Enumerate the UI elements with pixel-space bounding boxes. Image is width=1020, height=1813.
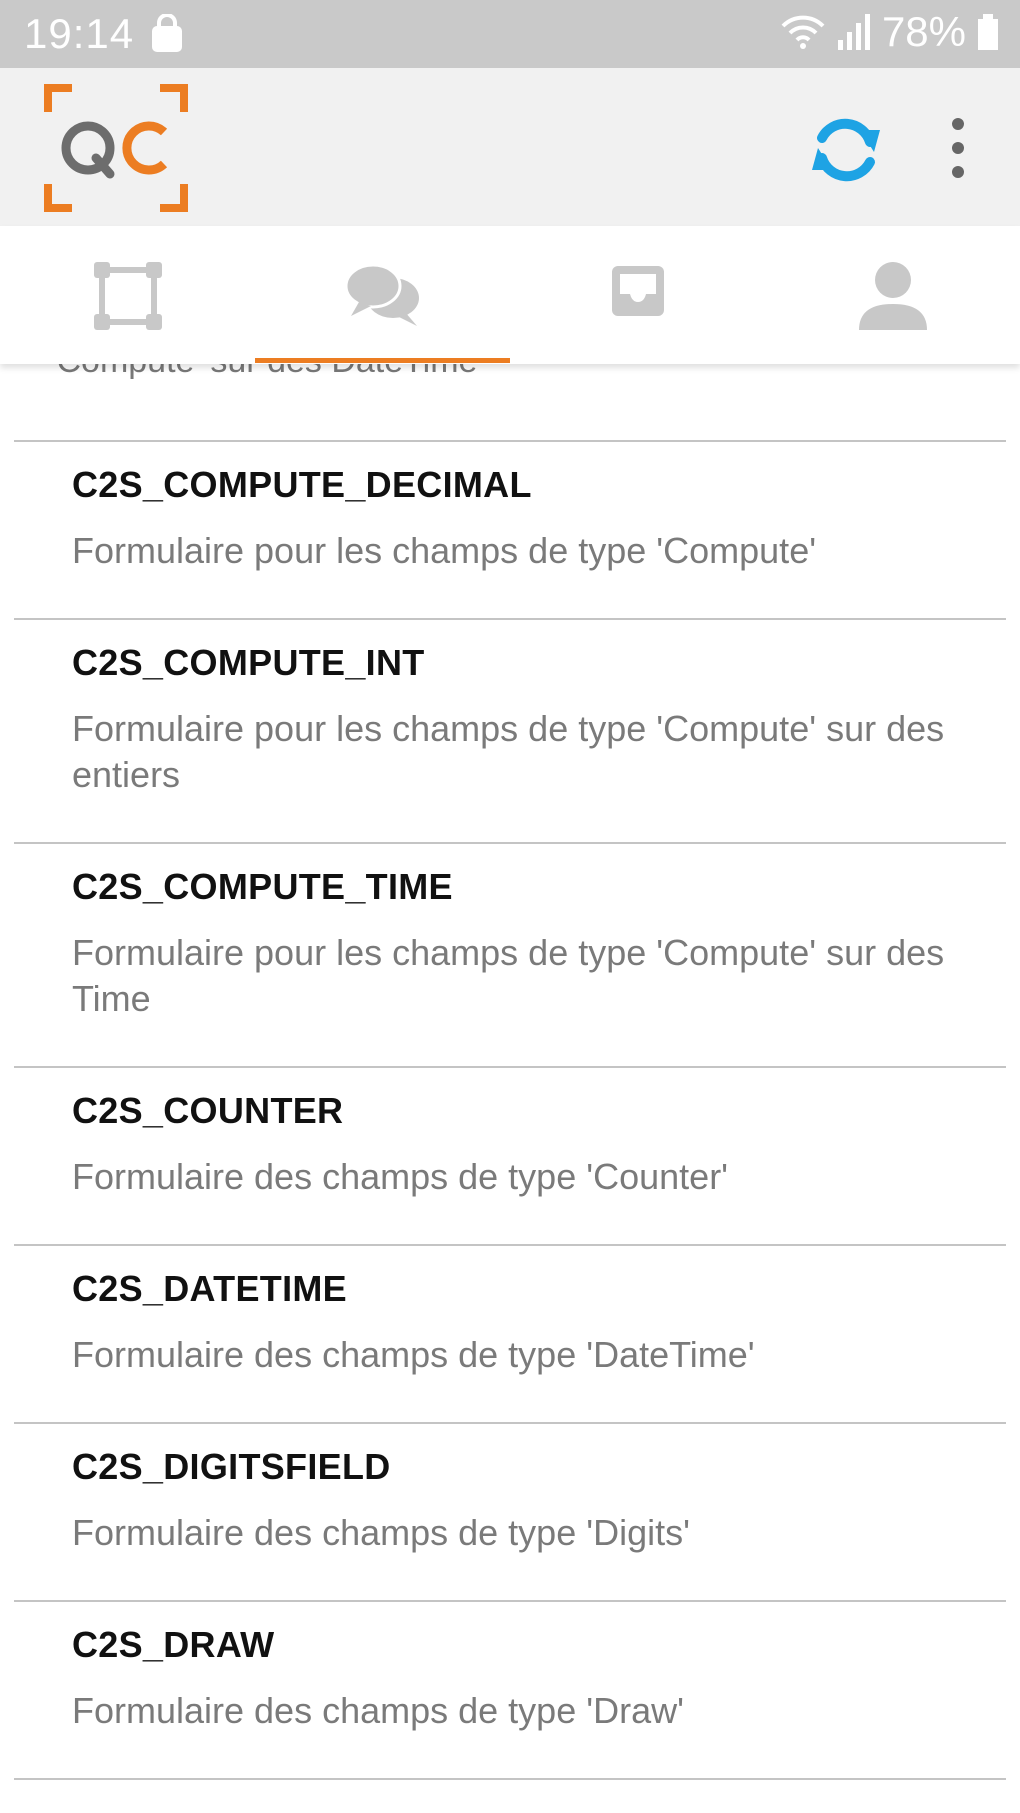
list-item[interactable] — [0, 1780, 1020, 1813]
list-item-desc: Formulaire pour les champs de type 'Comp… — [72, 932, 945, 1019]
list-item-desc: Formulaire pour les champs de type 'Comp… — [72, 530, 817, 571]
list-item-title: C2S_COMPUTE_INT — [72, 642, 425, 683]
tab-bar — [0, 226, 1020, 364]
active-tab-indicator — [255, 358, 510, 363]
list-item-title: C2S_DIGITSFIELD — [72, 1446, 391, 1487]
status-time: 19:14 — [24, 10, 135, 57]
list-item[interactable]: C2S_COMPUTE_TIME Formulaire pour les cha… — [0, 844, 1020, 1066]
list-item-desc: Formulaire des champs de type 'Digits' — [72, 1512, 690, 1553]
qc-logo — [44, 84, 188, 212]
tab-frame[interactable] — [0, 226, 255, 364]
list-item-desc: Formulaire des champs de type 'Counter' — [72, 1156, 729, 1197]
refresh-button[interactable] — [808, 112, 884, 188]
frame-icon — [93, 262, 162, 330]
list-item-title: C2S_COMPUTE_TIME — [72, 866, 453, 907]
list-item-desc: 'Compute' sur des DateTime — [50, 364, 477, 381]
list-item-desc: Formulaire pour les champs de type 'Comp… — [72, 708, 945, 795]
user-icon — [858, 262, 927, 330]
list-item[interactable]: C2S_COUNTER Formulaire des champs de typ… — [0, 1068, 1020, 1244]
shopping-bag-icon — [152, 14, 182, 52]
status-indicators: 78% — [780, 8, 1000, 56]
list-item[interactable]: C2S_COMPUTE_DECIMAL Formulaire pour les … — [0, 442, 1020, 618]
list-item[interactable]: C2S_DATETIME Formulaire des champs de ty… — [0, 1246, 1020, 1422]
battery-percent: 78% — [881, 8, 966, 55]
app-bar — [0, 68, 1020, 226]
wifi-icon — [781, 15, 825, 49]
tab-profile[interactable] — [765, 226, 1020, 364]
chat-icon — [344, 263, 419, 326]
list-item-desc: Formulaire des champs de type 'Draw' — [72, 1690, 684, 1731]
list-item[interactable]: 'Compute' sur des DateTime — [0, 364, 1020, 442]
inbox-icon — [611, 266, 664, 316]
list-item-title: C2S_DRAW — [72, 1624, 275, 1665]
list-item[interactable]: C2S_DIGITSFIELD Formulaire des champs de… — [0, 1424, 1020, 1600]
list-item[interactable]: C2S_COMPUTE_INT Formulaire pour les cham… — [0, 620, 1020, 842]
form-list: 'Compute' sur des DateTime C2S_COMPUTE_D… — [0, 364, 1020, 1813]
signal-icon — [837, 14, 870, 50]
list-item[interactable]: C2S_DRAW Formulaire des champs de type '… — [0, 1602, 1020, 1778]
list-item-title: C2S_DATETIME — [72, 1268, 347, 1309]
tab-inbox[interactable] — [510, 226, 765, 364]
battery-icon — [978, 14, 998, 50]
more-options-button[interactable] — [940, 112, 976, 188]
tab-chat[interactable] — [255, 226, 510, 364]
list-item-desc: Formulaire des champs de type 'DateTime' — [72, 1334, 755, 1375]
status-bar: 19:14 78% — [0, 0, 1020, 68]
list-item-title: C2S_COMPUTE_DECIMAL — [72, 464, 532, 505]
list-item-title: C2S_COUNTER — [72, 1090, 344, 1131]
